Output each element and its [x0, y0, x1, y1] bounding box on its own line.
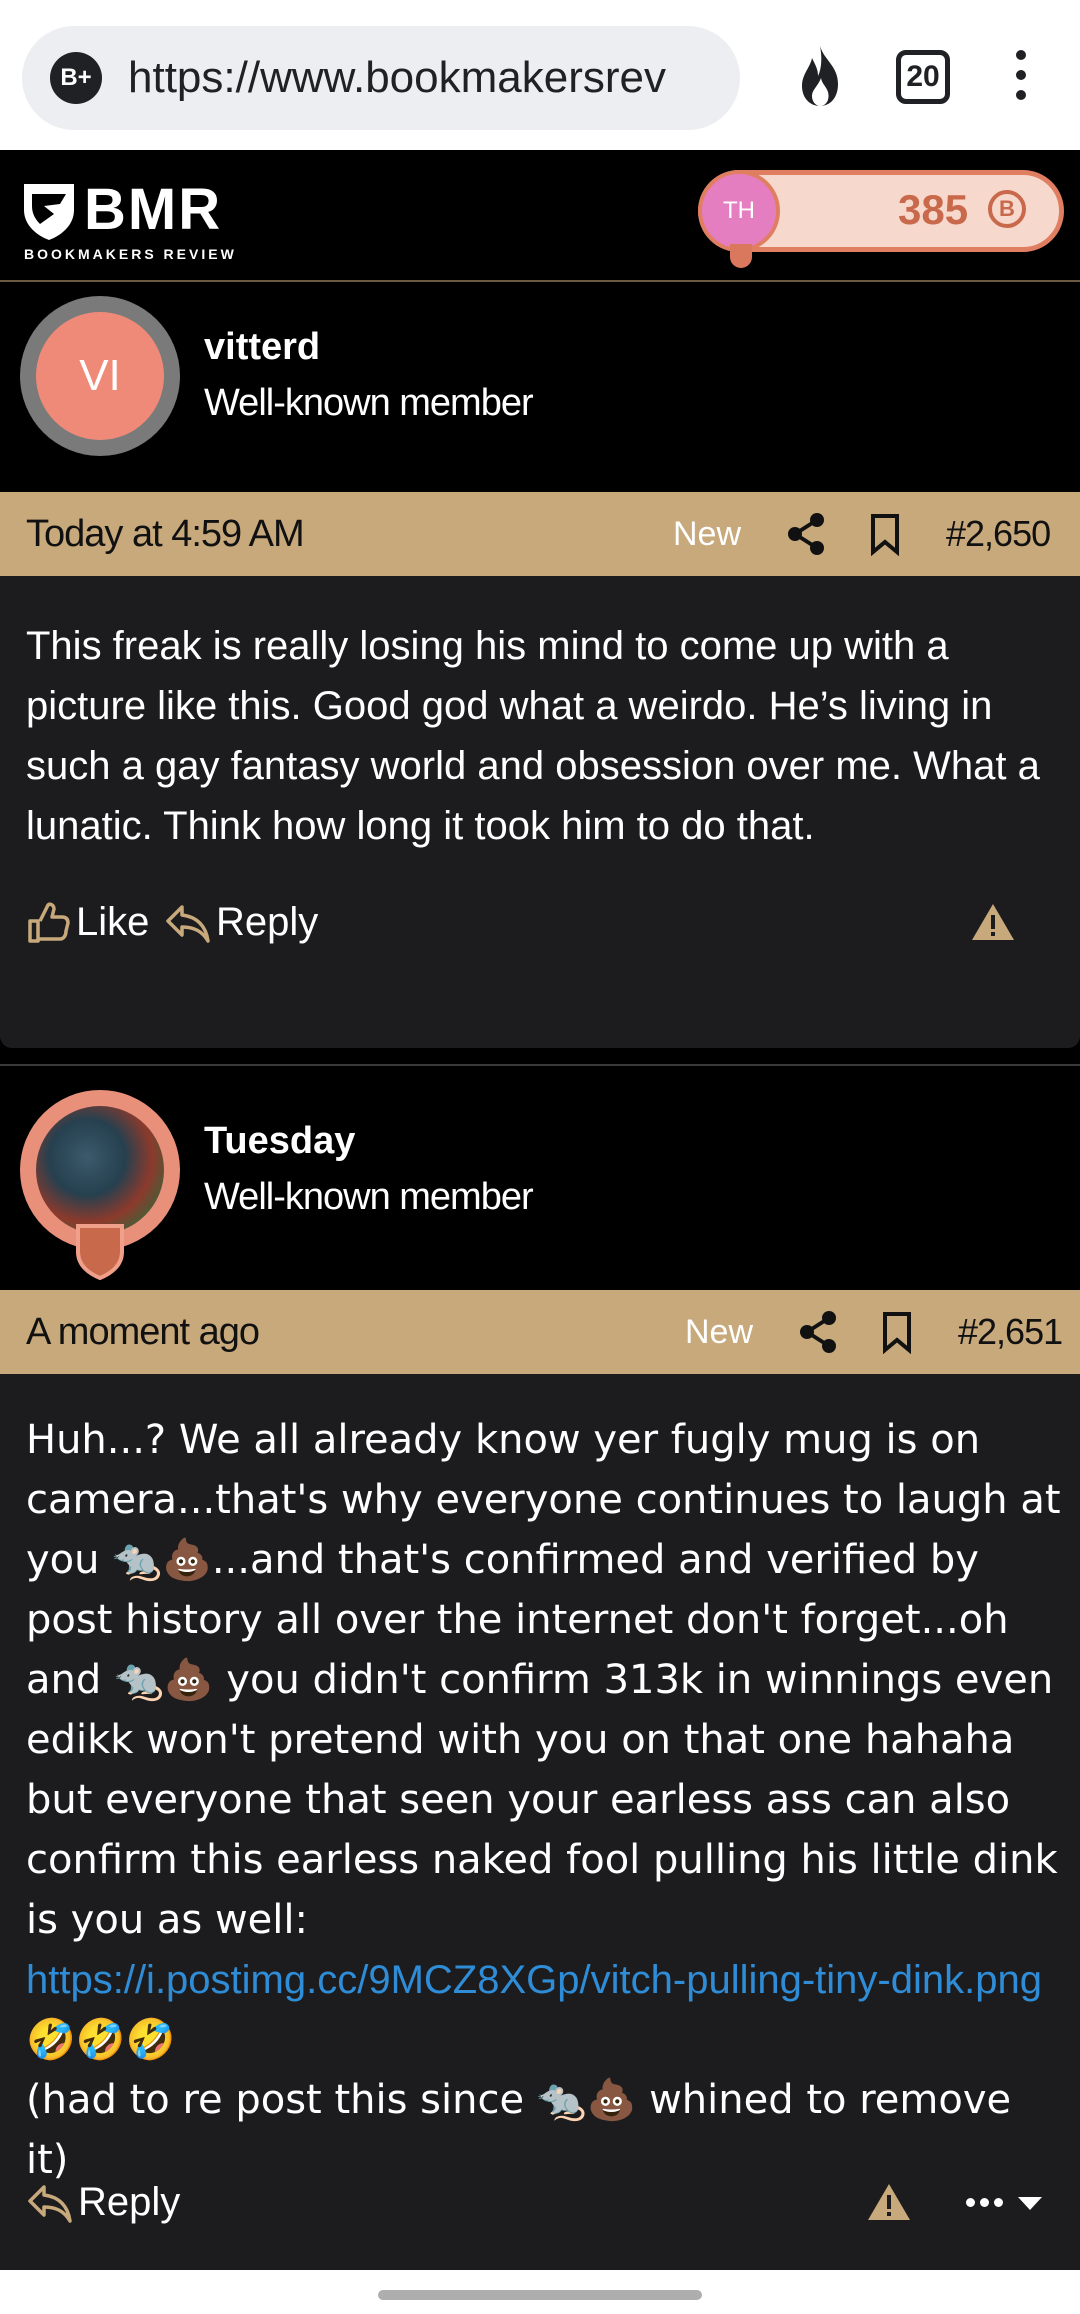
site-info-icon[interactable]: B+ [50, 52, 102, 104]
user-title: Well-known member [204, 382, 534, 424]
avatar[interactable]: VI [20, 296, 180, 456]
laugh-emojis: 🤣🤣🤣 [26, 2017, 176, 2063]
post-time[interactable]: Today at 4:59 AM [26, 513, 305, 556]
more-dots-icon [966, 2194, 1008, 2212]
post-meta-bar: Today at 4:59 AM New #2,650 [0, 492, 1080, 576]
browser-toolbar: B+ https://www.bookmakersrev 20 [0, 0, 1080, 150]
post-number[interactable]: #2,651 [958, 1311, 1063, 1353]
more-menu-icon[interactable] [1006, 50, 1036, 106]
more-options-button[interactable] [966, 2194, 1042, 2212]
thumbs-up-icon [28, 901, 70, 943]
eagle-shield-icon [24, 184, 74, 240]
user-avatar[interactable]: TH [698, 170, 780, 252]
logo-subtext: BOOKMAKERS REVIEW [24, 246, 237, 262]
reply-icon [28, 2184, 72, 2223]
post-link[interactable]: https://i.postimg.cc/9MCZ8XGp/vitch-pull… [26, 1958, 1042, 2002]
rank-tag-icon [730, 244, 752, 268]
chevron-down-icon [1018, 2196, 1042, 2210]
coin-icon: B [988, 190, 1026, 228]
url-text[interactable]: https://www.bookmakersrev [128, 53, 718, 103]
new-badge: New [685, 1312, 754, 1351]
rank-shield-icon [76, 1224, 124, 1280]
post-author-area: VI vitterd Well-known member [0, 284, 1080, 492]
reply-button[interactable]: Reply [26, 2180, 180, 2225]
post-message: This freak is really losing his mind to … [26, 624, 1040, 848]
address-bar[interactable]: B+ https://www.bookmakersrev [22, 26, 740, 130]
share-icon[interactable] [786, 512, 826, 556]
post-meta-bar: A moment ago New #2,651 [0, 1290, 1080, 1374]
avatar-photo [36, 1106, 164, 1234]
logo-text: BMR [84, 177, 223, 242]
report-warning-icon[interactable] [970, 902, 1016, 942]
bookmark-icon[interactable] [868, 512, 902, 556]
bmr-logo[interactable]: BMR BOOKMAKERS REVIEW [20, 176, 250, 266]
post-body: This freak is really losing his mind to … [0, 576, 1080, 1048]
bookmark-icon[interactable] [880, 1310, 914, 1354]
home-gesture-handle[interactable] [378, 2290, 702, 2300]
reply-label: Reply [216, 900, 319, 944]
user-title: Well-known member [204, 1176, 534, 1218]
new-badge: New [673, 514, 742, 553]
post-divider [0, 1064, 1080, 1066]
tab-switcher-button[interactable]: 20 [896, 50, 950, 104]
flame-icon[interactable] [790, 44, 850, 108]
reply-button[interactable]: Reply [164, 900, 318, 945]
share-icon[interactable] [798, 1310, 838, 1354]
post-body: Huh...? We all already know yer fugly mu… [0, 1374, 1080, 2270]
username[interactable]: Tuesday [204, 1120, 355, 1163]
post-time[interactable]: A moment ago [26, 1311, 260, 1354]
post-author-area: Tuesday Well-known member [0, 1068, 1080, 1290]
post-message-text: Huh...? We all already know yer fugly mu… [26, 1417, 1061, 1943]
username[interactable]: vitterd [204, 326, 320, 369]
report-warning-icon[interactable] [866, 2182, 912, 2222]
reply-label: Reply [78, 2180, 181, 2224]
like-button[interactable]: Like [26, 900, 149, 945]
reply-icon [166, 904, 210, 943]
points-value: 385 [898, 186, 969, 233]
avatar-initials: VI [36, 312, 164, 440]
post-message: Huh...? We all already know yer fugly mu… [26, 1410, 1066, 2190]
like-label: Like [76, 900, 150, 944]
post-number[interactable]: #2,650 [946, 513, 1051, 555]
site-header: BMR BOOKMAKERS REVIEW TH 385 B [0, 150, 1080, 282]
post-message-text-end: (had to re post this since 🐀💩 whined to … [26, 2077, 1012, 2183]
